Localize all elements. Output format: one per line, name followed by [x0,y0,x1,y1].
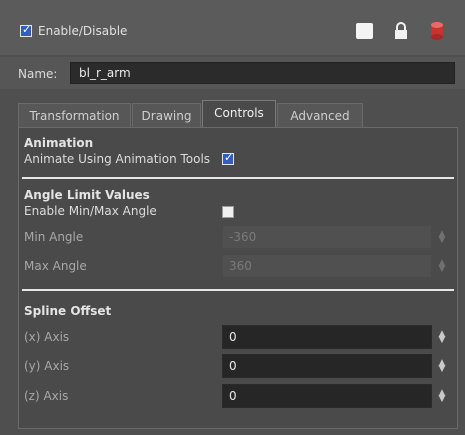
name-field[interactable]: bl_r_arm [70,62,455,84]
y-axis-spinner-icon[interactable]: ▲ ▼ [437,359,447,374]
z-axis-field[interactable]: 0 [222,384,432,408]
lock-icon[interactable] [393,21,409,40]
min-angle-spinner-icon[interactable]: ▲ ▼ [437,230,447,245]
layer-properties-panel: ✓ Enable/Disable Name: bl_r_arm Transfor… [0,0,465,435]
tab-transformation[interactable]: Transformation [18,103,131,127]
animation-section-title: Animation [24,136,94,150]
layer-stack-icon[interactable] [430,21,444,41]
spline-offset-section-title: Spline Offset [24,304,112,318]
section-divider [22,177,454,179]
animate-using-tools-checkbox[interactable]: ✓ [222,151,234,165]
z-axis-spinner-icon[interactable]: ▲ ▼ [437,389,447,404]
color-swatch-icon[interactable] [356,23,373,39]
checkmark-icon: ✓ [224,151,234,164]
min-angle-field[interactable]: -360 [222,225,432,249]
tab-controls[interactable]: Controls [202,100,276,128]
enable-disable-checkbox[interactable]: ✓ [20,23,32,37]
enable-min-max-angle-label: Enable Min/Max Angle [24,204,157,218]
section-divider [22,289,454,291]
enable-disable-label: Enable/Disable [38,24,128,38]
max-angle-label: Max Angle [24,259,87,273]
z-axis-label: (z) Axis [24,389,69,403]
tab-drawing[interactable]: Drawing [132,103,201,127]
x-axis-spinner-icon[interactable]: ▲ ▼ [437,330,447,345]
animate-using-tools-label: Animate Using Animation Tools [24,152,211,166]
checkmark-icon: ✓ [22,23,32,36]
max-angle-spinner-icon[interactable]: ▲ ▼ [437,259,447,274]
x-axis-label: (x) Axis [24,330,70,344]
angle-limit-section-title: Angle Limit Values [24,188,150,202]
y-axis-label: (y) Axis [24,359,70,373]
enable-min-max-angle-checkbox[interactable] [222,206,234,218]
min-angle-label: Min Angle [24,230,84,244]
x-axis-field[interactable]: 0 [222,325,432,349]
y-axis-field[interactable]: 0 [222,354,432,378]
max-angle-field[interactable]: 360 [222,254,432,278]
tab-advanced[interactable]: Advanced [277,103,363,127]
name-label: Name: [18,67,58,81]
